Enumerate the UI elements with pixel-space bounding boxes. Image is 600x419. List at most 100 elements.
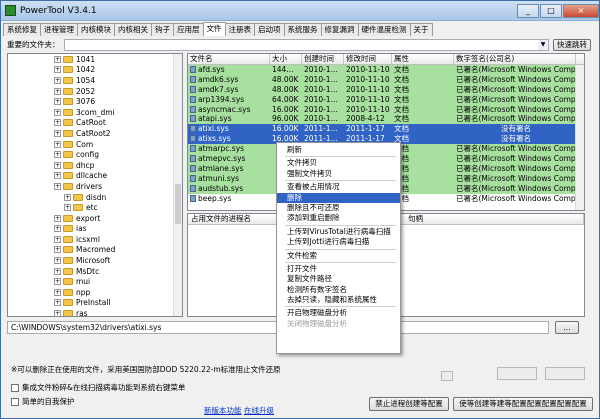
expand-icon[interactable]: + — [54, 288, 61, 296]
expand-icon[interactable]: + — [54, 267, 61, 275]
expand-icon[interactable]: + — [54, 55, 61, 63]
expand-icon[interactable]: + — [64, 193, 71, 201]
expand-icon[interactable]: + — [54, 182, 61, 190]
file-list-scrollbar[interactable] — [575, 65, 584, 210]
important-folder-combo[interactable]: ▼ — [63, 38, 549, 51]
menu-item[interactable]: 文件拷贝 — [277, 158, 400, 168]
tree-item[interactable]: + npp — [8, 287, 182, 298]
expand-icon[interactable]: + — [54, 310, 61, 316]
tree-item[interactable]: + Microsoft — [8, 255, 182, 266]
menu-item[interactable]: 删除且不可还原 — [277, 203, 400, 213]
chevron-down-icon[interactable]: ▼ — [538, 39, 548, 50]
expand-icon[interactable]: + — [54, 87, 61, 95]
tree-item[interactable]: +2052 — [8, 86, 182, 97]
expand-icon[interactable]: + — [54, 235, 61, 243]
menu-item[interactable]: 复制文件路径 — [277, 274, 400, 284]
tree-item[interactable]: +1054 — [8, 75, 182, 86]
allow-create-button[interactable]: 使等创建等建等配置配置配置配置配置 — [453, 397, 593, 411]
expand-icon[interactable]: + — [54, 66, 61, 74]
tree-item[interactable]: + Macromed — [8, 245, 182, 256]
title-bar[interactable]: PowerTool V3.4.1 _ □ × — [1, 1, 599, 21]
tab-2[interactable]: 内核模块 — [77, 23, 115, 36]
expand-icon[interactable]: + — [54, 172, 61, 180]
tree-item[interactable]: +1041 — [8, 54, 182, 65]
integrate-checkbox[interactable] — [11, 383, 19, 392]
expand-icon[interactable]: + — [54, 246, 61, 254]
expand-icon[interactable]: + — [54, 119, 61, 127]
menu-item[interactable]: 打开文件 — [277, 264, 400, 274]
tree-item[interactable]: + disdn — [8, 192, 182, 203]
self-protect-checkbox[interactable] — [11, 397, 19, 406]
file-col-header[interactable]: 属性 — [392, 54, 454, 64]
file-col-header[interactable]: 修改时间 — [344, 54, 392, 64]
tab-6[interactable]: 文件 — [202, 22, 226, 36]
menu-item[interactable]: 开启物理磁盘分析 — [277, 308, 400, 318]
file-row[interactable]: arp1394.sys 64.00K 2010-1... 2010-11-10 文档 已署… — [188, 94, 584, 105]
tab-7[interactable]: 注册表 — [224, 23, 255, 36]
expand-icon[interactable]: + — [54, 108, 61, 116]
expand-icon[interactable]: + — [54, 278, 61, 286]
new-features-link[interactable]: 新版本功能 — [204, 405, 242, 416]
expand-icon[interactable]: + — [54, 129, 61, 137]
tab-8[interactable]: 启动项 — [254, 23, 285, 36]
file-row[interactable]: afd.sys 144... 2010-1... 2010-11-10 文档 已署名(Mi… — [188, 65, 584, 75]
file-col-header[interactable]: 文件名 — [188, 54, 270, 64]
tab-9[interactable]: 系统服务 — [283, 23, 322, 36]
menu-item[interactable]: 添加到重启删除 — [277, 213, 400, 223]
tree-item[interactable]: +3com_dmi — [8, 107, 182, 118]
menu-item[interactable]: 强制文件拷贝 — [277, 169, 400, 179]
tree-item[interactable]: + ras — [8, 308, 182, 316]
online-upgrade-link[interactable]: 在线升级 — [244, 405, 274, 416]
file-col-header[interactable]: 大小 — [270, 54, 302, 64]
tree-item[interactable]: + Com — [8, 139, 182, 150]
tree-item[interactable]: +1042 — [8, 65, 182, 76]
tab-4[interactable]: 钩子 — [151, 23, 174, 36]
expand-icon[interactable]: + — [54, 98, 61, 106]
file-row[interactable]: asyncmac.sys 16.00K 2010-1... 2010-11-10 文档 已… — [188, 104, 584, 115]
tree-scroll-thumb[interactable] — [175, 184, 181, 224]
tab-5[interactable]: 应用层 — [173, 23, 204, 36]
expand-icon[interactable]: + — [54, 214, 61, 222]
maximize-button[interactable]: □ — [540, 3, 562, 18]
tab-0[interactable]: 系统修复 — [3, 23, 41, 36]
menu-item[interactable]: 上传到Jotti进行病毒扫描 — [277, 237, 400, 247]
file-col-header[interactable]: 数字签名(公司名) — [454, 54, 576, 64]
tree-item[interactable]: + CatRoot2 — [8, 128, 182, 139]
tree-item[interactable]: + mui — [8, 276, 182, 287]
menu-item[interactable]: 查看被占用情况 — [277, 182, 400, 192]
tab-1[interactable]: 进程管理 — [40, 23, 78, 36]
expand-icon[interactable]: + — [54, 225, 61, 233]
expand-icon[interactable]: + — [54, 161, 61, 169]
tab-3[interactable]: 内核相关 — [114, 23, 152, 36]
browse-button[interactable]: ... — [555, 321, 579, 334]
tab-10[interactable]: 修复漏洞 — [320, 23, 359, 36]
expand-icon[interactable]: + — [54, 257, 61, 265]
tree-item[interactable]: +3076 — [8, 96, 182, 107]
file-col-header[interactable]: 创建时间 — [302, 54, 344, 64]
tree-item[interactable]: + MsDtc — [8, 266, 182, 277]
tree-item[interactable]: + etc — [8, 202, 182, 213]
tree-item[interactable]: + ias — [8, 224, 182, 235]
tree-scrollbar[interactable] — [173, 54, 182, 316]
minimize-button[interactable]: _ — [517, 3, 539, 18]
menu-item[interactable]: 检测所有数字签名 — [277, 285, 400, 295]
expand-icon[interactable]: + — [64, 204, 71, 212]
menu-item[interactable]: 文件检索 — [277, 251, 400, 261]
tree-item[interactable]: + dhcp — [8, 160, 182, 171]
jump-button[interactable]: 快速跳转 — [553, 38, 591, 51]
menu-item[interactable]: 刷新 — [277, 145, 400, 155]
expand-icon[interactable]: + — [54, 140, 61, 148]
file-row[interactable]: amdk7.sys 48.00K 2010-1... 2010-11-10 文档 已署名(… — [188, 84, 584, 95]
expand-icon[interactable]: + — [54, 76, 61, 84]
file-row[interactable]: amdk6.sys 48.00K 2010-1... 2010-11-10 文档 已署名(… — [188, 74, 584, 85]
tab-11[interactable]: 硬件温度检测 — [357, 23, 411, 36]
tree-item[interactable]: + export — [8, 213, 182, 224]
tree-item[interactable]: + CatRoot — [8, 118, 182, 129]
close-button[interactable]: × — [563, 3, 599, 18]
menu-item[interactable]: 删除 — [277, 192, 400, 203]
expand-icon[interactable]: + — [54, 299, 61, 307]
block-create-button[interactable]: 禁止进程创建等配置 — [369, 397, 449, 411]
tree-item[interactable]: + dllcache — [8, 171, 182, 182]
menu-item[interactable]: 去掉只读，隐藏和系统属性 — [277, 295, 400, 305]
tree-item[interactable]: + icsxml — [8, 234, 182, 245]
